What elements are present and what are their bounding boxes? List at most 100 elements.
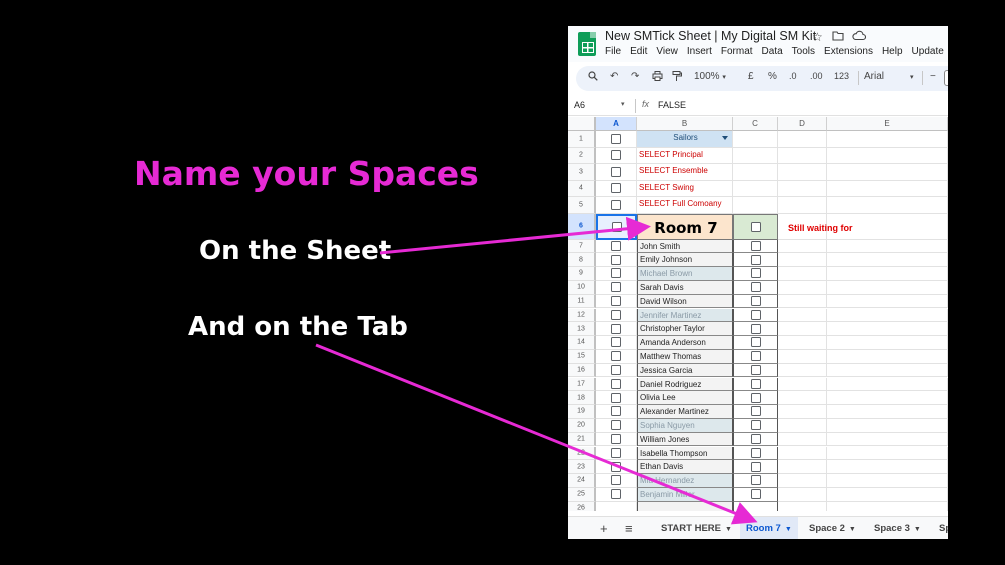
menu-update[interactable]: Update xyxy=(912,46,944,57)
cell-e[interactable] xyxy=(827,147,948,164)
undo-icon[interactable]: ↶ xyxy=(610,71,618,82)
cell-e[interactable] xyxy=(827,294,948,309)
row-header[interactable]: 18 xyxy=(568,391,596,406)
checkbox[interactable] xyxy=(611,475,621,486)
cell-b[interactable]: Sarah Davis xyxy=(637,280,733,295)
sailors-dropdown[interactable]: Sailors xyxy=(637,131,733,148)
checkbox[interactable] xyxy=(611,351,621,362)
row-header[interactable]: 13 xyxy=(568,322,596,337)
cell-b[interactable]: SELECT Principal xyxy=(637,147,733,164)
cell-e[interactable] xyxy=(827,487,948,502)
cell-d[interactable] xyxy=(778,418,827,433)
cell-e[interactable] xyxy=(827,164,948,181)
zoom-select[interactable]: 100% ▾ xyxy=(694,71,726,82)
row-header[interactable]: 17 xyxy=(568,377,596,392)
chevron-down-icon[interactable] xyxy=(722,136,728,140)
checkbox[interactable] xyxy=(611,240,621,251)
cell-b[interactable]: Michael Brown xyxy=(637,267,733,281)
row-header[interactable]: 12 xyxy=(568,308,596,323)
row-header[interactable]: 26 xyxy=(568,501,596,511)
cell-d[interactable] xyxy=(778,405,827,419)
checkbox[interactable] xyxy=(611,365,621,376)
star-icon[interactable]: ☆ xyxy=(812,30,823,44)
column-header-b[interactable]: B xyxy=(637,117,733,131)
all-sheets-button[interactable]: ≡ xyxy=(625,521,633,536)
cell-d[interactable] xyxy=(778,432,827,447)
cell-d[interactable] xyxy=(778,267,827,281)
checkbox[interactable] xyxy=(611,296,621,307)
checkbox[interactable] xyxy=(750,296,761,307)
chevron-down-icon[interactable]: ▼ xyxy=(785,526,792,533)
checkbox[interactable] xyxy=(611,434,621,445)
checkbox[interactable] xyxy=(750,434,761,445)
checkbox[interactable] xyxy=(750,378,761,389)
cell-d[interactable] xyxy=(778,460,827,475)
cell-d[interactable] xyxy=(778,336,827,350)
cell-e[interactable] xyxy=(827,197,948,214)
row-header[interactable]: 20 xyxy=(568,418,596,433)
row-header[interactable]: 24 xyxy=(568,474,596,488)
print-icon[interactable] xyxy=(652,71,663,84)
row-header[interactable]: 21 xyxy=(568,432,596,447)
cell-e[interactable] xyxy=(827,280,948,295)
checkbox[interactable] xyxy=(611,489,621,500)
row-header[interactable]: 6 xyxy=(568,213,596,240)
room-name-cell[interactable]: Room 7 xyxy=(637,213,733,240)
row-header[interactable]: 16 xyxy=(568,363,596,378)
tab-space-3[interactable]: Space 3 ▼ xyxy=(868,517,927,539)
cell-d[interactable] xyxy=(778,308,827,323)
menu-data[interactable]: Data xyxy=(762,46,783,57)
chevron-down-icon[interactable]: ▾ xyxy=(621,100,625,108)
row-header[interactable]: 15 xyxy=(568,349,596,364)
checkbox[interactable] xyxy=(611,392,621,403)
search-icon[interactable] xyxy=(588,71,598,84)
cell-b[interactable]: Sophia Nguyen xyxy=(637,418,733,433)
cell-e[interactable] xyxy=(827,308,948,323)
column-header-d[interactable]: D xyxy=(778,117,827,131)
cell-e[interactable] xyxy=(827,446,948,461)
formula-input[interactable]: FALSE xyxy=(658,100,686,110)
cell-d[interactable] xyxy=(778,164,827,181)
cell-d[interactable] xyxy=(778,446,827,461)
menu-tools[interactable]: Tools xyxy=(792,46,815,57)
checkbox[interactable] xyxy=(611,406,621,417)
checkbox[interactable] xyxy=(611,183,621,194)
cell-e[interactable] xyxy=(827,377,948,392)
cell-b[interactable]: Mia Hernandez xyxy=(637,474,733,488)
checkbox[interactable] xyxy=(750,365,761,376)
cell-d[interactable] xyxy=(778,253,827,268)
tab-room-7[interactable]: Room 7 ▼ xyxy=(740,517,798,539)
cell-e[interactable] xyxy=(827,474,948,488)
cell-b[interactable]: Matthew Thomas xyxy=(637,349,733,364)
checkbox[interactable] xyxy=(750,221,761,232)
checkbox[interactable] xyxy=(750,447,761,458)
cell-d[interactable] xyxy=(778,131,827,148)
row-header[interactable]: 8 xyxy=(568,253,596,268)
document-title[interactable]: New SMTick Sheet | My Digital SM Kit xyxy=(605,29,816,43)
checkbox[interactable] xyxy=(750,282,761,293)
cell-e[interactable] xyxy=(827,180,948,197)
menu-help[interactable]: Help xyxy=(882,46,903,57)
cell-d[interactable] xyxy=(778,349,827,364)
checkbox[interactable] xyxy=(750,254,761,265)
cell-b[interactable]: Benjamin Miller xyxy=(637,487,733,502)
checkbox[interactable] xyxy=(750,406,761,417)
cell-d[interactable] xyxy=(778,487,827,502)
checkbox[interactable] xyxy=(750,420,761,431)
menu-file[interactable]: File xyxy=(605,46,621,57)
checkbox[interactable] xyxy=(750,309,761,320)
cell-d[interactable] xyxy=(778,280,827,295)
currency-format-button[interactable]: £ xyxy=(748,71,754,82)
checkbox[interactable] xyxy=(750,489,761,500)
cell-d[interactable] xyxy=(778,377,827,392)
row-header[interactable]: 7 xyxy=(568,239,596,254)
checkbox[interactable] xyxy=(750,475,761,486)
cell-e[interactable] xyxy=(827,322,948,337)
cell-d[interactable] xyxy=(778,197,827,214)
cell-d[interactable] xyxy=(778,294,827,309)
cloud-status-icon[interactable] xyxy=(852,30,867,44)
move-folder-icon[interactable] xyxy=(832,30,844,44)
cell-e[interactable] xyxy=(827,405,948,419)
menu-insert[interactable]: Insert xyxy=(687,46,712,57)
checkbox[interactable] xyxy=(611,420,621,431)
